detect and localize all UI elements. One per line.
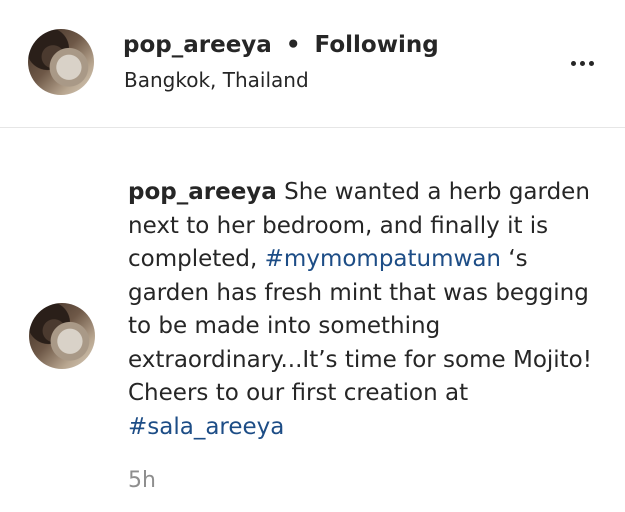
- hashtag-link[interactable]: #sala_areeya: [128, 414, 284, 440]
- post-header: pop_areeya • Following Bangkok, Thailand: [0, 0, 625, 128]
- more-options-icon[interactable]: [562, 56, 602, 70]
- caption-avatar[interactable]: [29, 303, 95, 369]
- username-link[interactable]: pop_areeya: [123, 32, 272, 58]
- separator-dot: •: [285, 32, 301, 58]
- hashtag-link[interactable]: #mymompatumwan: [265, 246, 501, 272]
- caption-text: pop_areeya She wanted a herb garden next…: [128, 176, 608, 444]
- caption-username-link[interactable]: pop_areeya: [128, 179, 277, 205]
- post-timestamp[interactable]: 5h: [128, 468, 156, 493]
- avatar[interactable]: [28, 29, 94, 95]
- username-row: pop_areeya • Following: [123, 32, 439, 58]
- following-button[interactable]: Following: [315, 32, 439, 58]
- location-link[interactable]: Bangkok, Thailand: [124, 68, 309, 92]
